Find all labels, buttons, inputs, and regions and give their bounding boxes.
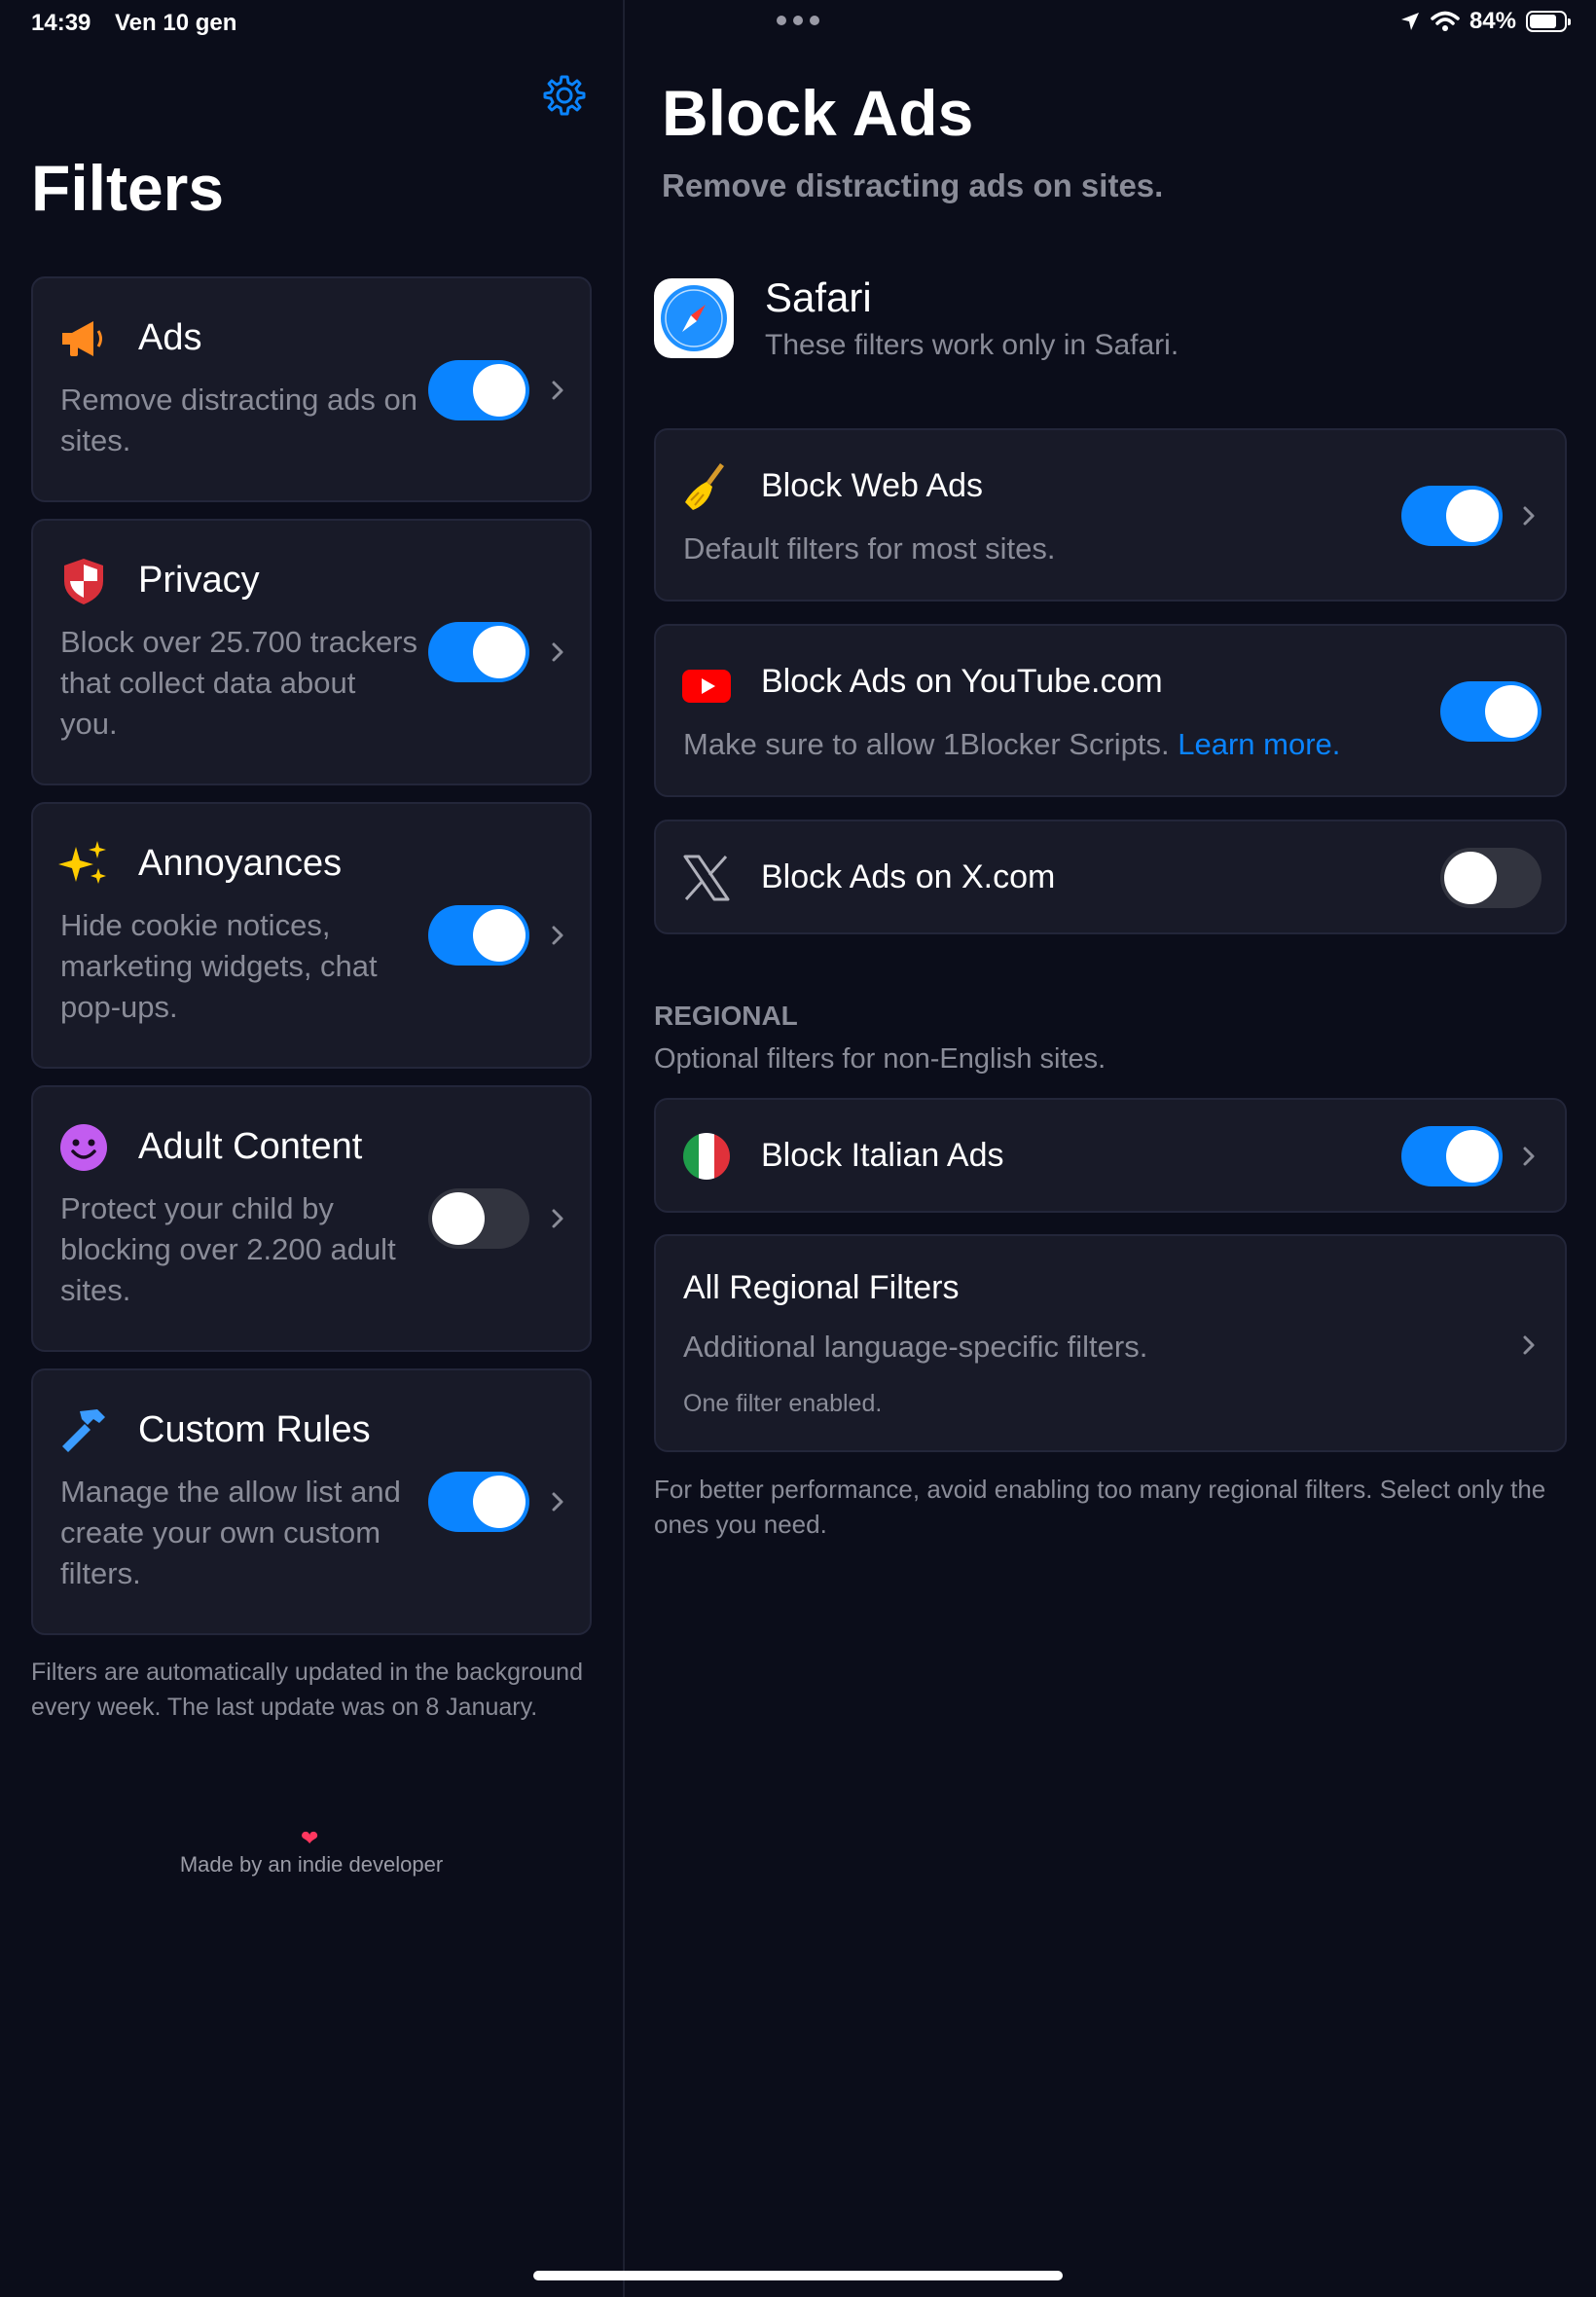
all-regional-title: All Regional Filters xyxy=(683,1269,960,1306)
chevron-right-icon xyxy=(552,381,563,400)
chevron-right-icon xyxy=(552,1492,563,1512)
youtube-icon xyxy=(682,670,731,703)
custom-rules-toggle[interactable] xyxy=(428,1472,529,1532)
smiley-icon xyxy=(60,1124,107,1171)
filter-row-youtube[interactable]: Block Ads on YouTube.com Make sure to al… xyxy=(654,624,1567,797)
italian-ads-toggle[interactable] xyxy=(1401,1126,1503,1186)
filter-row-title: Block Web Ads xyxy=(761,467,984,504)
filter-card-privacy[interactable]: Privacy Block over 25.700 trackers that … xyxy=(31,519,592,785)
regional-footnote: For better performance, avoid enabling t… xyxy=(654,1475,1546,1539)
x-com-toggle[interactable] xyxy=(1440,848,1542,908)
annoyances-toggle[interactable] xyxy=(428,905,529,966)
ads-toggle[interactable] xyxy=(428,360,529,420)
battery-icon xyxy=(1526,11,1571,32)
filter-card-description: Block over 25.700 trackers that collect … xyxy=(60,625,418,741)
regional-section-heading: REGIONAL xyxy=(654,1001,798,1031)
filter-card-custom-rules[interactable]: Custom Rules Manage the allow list and c… xyxy=(31,1368,592,1635)
italy-flag-icon xyxy=(683,1133,730,1180)
battery-percentage: 84% xyxy=(1469,8,1516,34)
chevron-right-icon xyxy=(1523,1335,1535,1355)
filter-row-italian-ads[interactable]: Block Italian Ads xyxy=(654,1098,1567,1213)
filter-card-title: Adult Content xyxy=(138,1126,363,1167)
privacy-toggle[interactable] xyxy=(428,622,529,682)
status-indicators: 84% xyxy=(1399,8,1571,35)
megaphone-icon xyxy=(62,321,102,356)
filter-card-annoyances[interactable]: Annoyances Hide cookie notices, marketin… xyxy=(31,802,592,1069)
chevron-right-icon xyxy=(552,1209,563,1228)
broom-icon xyxy=(685,463,724,510)
learn-more-link[interactable]: Learn more. xyxy=(1178,727,1340,761)
location-arrow-icon xyxy=(1400,13,1419,30)
safari-icon xyxy=(654,278,734,358)
filter-row-title: Block Italian Ads xyxy=(761,1137,1004,1174)
chevron-right-icon xyxy=(552,642,563,662)
home-indicator[interactable] xyxy=(533,2271,1063,2280)
shield-icon xyxy=(64,559,103,604)
page-title: Filters xyxy=(31,152,225,224)
sparkles-icon xyxy=(58,841,106,884)
filter-card-title: Privacy xyxy=(138,560,260,601)
chevron-right-icon xyxy=(1523,506,1535,526)
heart-icon: ❤ xyxy=(301,1826,319,1850)
filter-row-x-com[interactable]: Block Ads on X.com xyxy=(654,820,1567,934)
youtube-toggle[interactable] xyxy=(1440,681,1542,742)
all-regional-status: One filter enabled. xyxy=(683,1390,883,1417)
filter-card-description: Manage the allow list and create your ow… xyxy=(60,1475,401,1590)
made-by-label: Made by an indie developer xyxy=(179,1852,444,1877)
x-logo-icon xyxy=(683,855,730,901)
filter-card-description: Hide cookie notices, marketing widgets, … xyxy=(60,908,378,1024)
filter-card-title: Annoyances xyxy=(138,843,343,884)
browser-name: Safari xyxy=(765,274,872,320)
chevron-right-icon xyxy=(1523,1147,1535,1166)
filter-row-description: Make sure to allow 1Blocker Scripts. Lea… xyxy=(683,727,1340,762)
detail-title: Block Ads xyxy=(662,77,974,149)
filter-card-description: Remove distracting ads on sites. xyxy=(60,383,418,457)
regional-section-subheading: Optional filters for non-English sites. xyxy=(654,1043,1106,1075)
filter-card-title: Ads xyxy=(138,317,202,358)
filter-card-adult-content[interactable]: Adult Content Protect your child by bloc… xyxy=(31,1085,592,1352)
filter-card-description: Protect your child by blocking over 2.20… xyxy=(60,1191,396,1307)
filter-row-block-web-ads[interactable]: Block Web Ads Default filters for most s… xyxy=(654,428,1567,602)
browser-description: These filters work only in Safari. xyxy=(765,329,1179,361)
multitasking-dots-icon[interactable] xyxy=(777,16,819,25)
filter-row-title: Block Ads on YouTube.com xyxy=(761,663,1163,700)
gear-icon[interactable] xyxy=(541,72,588,119)
adult-content-toggle[interactable] xyxy=(428,1188,529,1249)
detail-subtitle: Remove distracting ads on sites. xyxy=(662,167,1164,203)
sidebar: Filters Ads Remove distracting ads on si… xyxy=(0,0,625,2297)
filter-card-ads[interactable]: Ads Remove distracting ads on sites. xyxy=(31,276,592,502)
youtube-description-text: Make sure to allow 1Blocker Scripts. xyxy=(683,727,1170,761)
filter-card-title: Custom Rules xyxy=(138,1409,371,1450)
filter-row-title: Block Ads on X.com xyxy=(761,858,1056,895)
wifi-icon xyxy=(1431,11,1460,31)
chevron-right-icon xyxy=(552,926,563,945)
block-web-ads-toggle[interactable] xyxy=(1401,486,1503,546)
hammer-icon xyxy=(62,1409,105,1452)
filter-row-description: Default filters for most sites. xyxy=(683,531,1056,565)
all-regional-filters-row[interactable]: All Regional Filters Additional language… xyxy=(654,1234,1567,1452)
update-footnote: Filters are automatically updated in the… xyxy=(31,1659,583,1721)
all-regional-description: Additional language-specific filters. xyxy=(683,1330,1148,1364)
